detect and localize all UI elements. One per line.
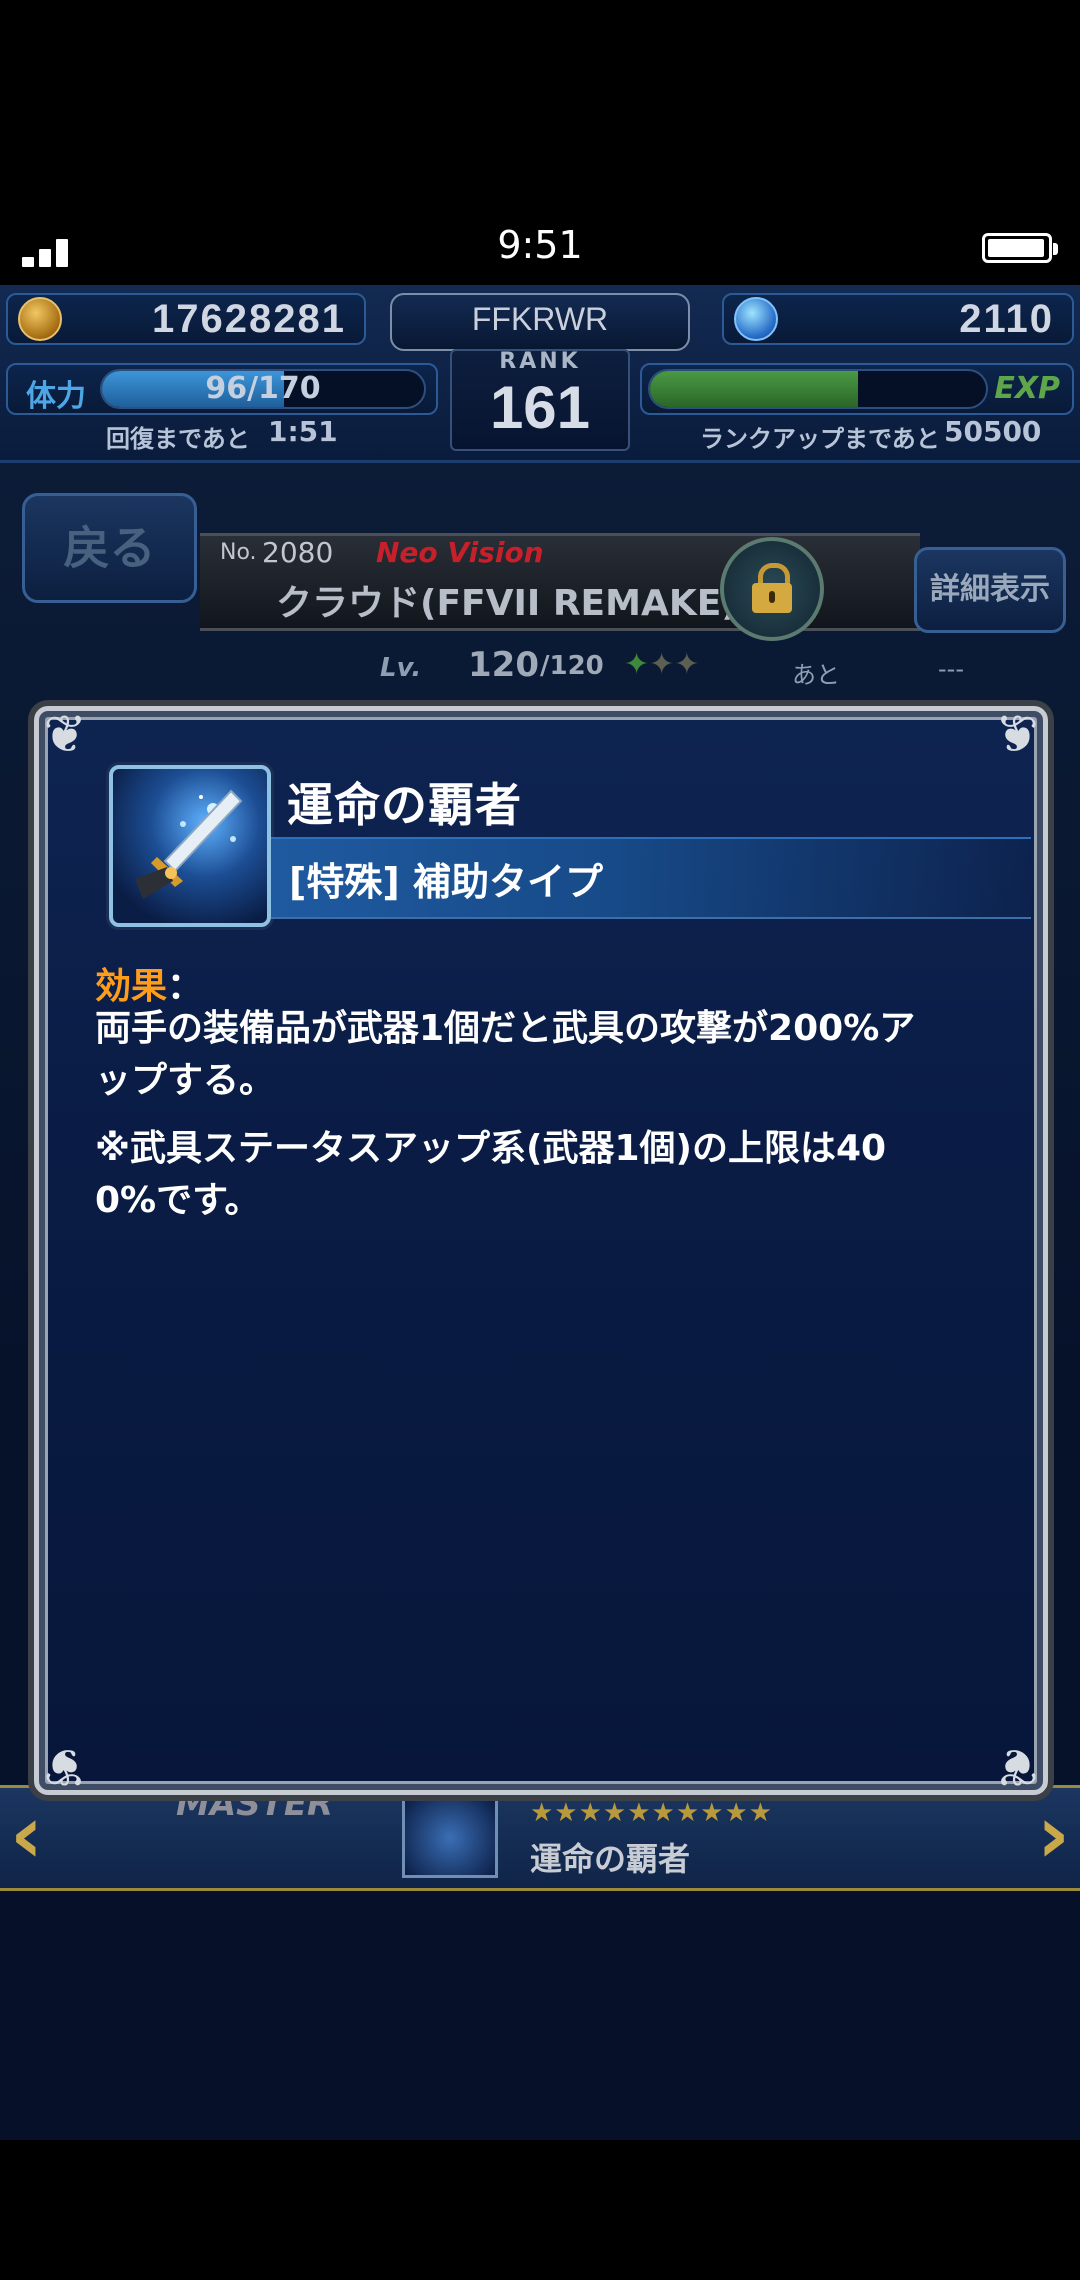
status-time: 9:51 [497, 223, 583, 267]
neo-vision-tag: Neo Vision [376, 536, 544, 569]
gil-coin-icon [18, 297, 62, 341]
corner-ornament-icon: ❦ [43, 1736, 87, 1796]
strip-skill-name: 運命の覇者 [530, 1840, 691, 1878]
gem-amount: 2110 [959, 297, 1054, 341]
character-number-prefix: No. [220, 540, 257, 565]
player-name-box: FFKRWR [390, 293, 690, 351]
gem-icon [734, 297, 778, 341]
corner-ornament-icon: ❦ [43, 705, 87, 765]
level-stars: ✦✦✦ [624, 647, 700, 682]
exp-box: EXP [640, 363, 1074, 415]
back-button[interactable]: 戻る [22, 493, 197, 603]
details-button[interactable]: 詳細表示 [914, 547, 1066, 633]
lock-icon [752, 563, 792, 615]
mini-skill-icon [402, 1798, 498, 1878]
corner-ornament-icon: ❦ [995, 705, 1039, 765]
stamina-bar: 96/170 [100, 369, 426, 409]
status-bar: 9:51 [0, 215, 1080, 285]
next-arrow-icon[interactable]: › [1037, 1788, 1070, 1881]
gil-amount: 17628281 [152, 297, 346, 341]
lock-button[interactable] [720, 537, 824, 641]
battery-icon [982, 233, 1058, 263]
effect-label: 効果 [95, 966, 168, 1007]
player-header: 17628281 2110 FFKRWR RANK 161 体力 96/170 … [0, 285, 1080, 463]
stamina-box: 体力 96/170 [6, 363, 438, 415]
skill-icon [109, 765, 271, 927]
exp-label: EXP [994, 371, 1060, 406]
player-name: FFKRWR [471, 301, 609, 337]
effect-line-2: ップする。 [95, 1060, 276, 1101]
effect-colon: ： [167, 966, 204, 1007]
exp-bar-fill [650, 371, 859, 407]
level-label: Lv. [380, 653, 422, 683]
skill-detail-modal[interactable]: ❦ ❦ ❦ ❦ 運命の覇者 [特殊] 補助タイプ 効果： 両手の装備品が武器1個… [34, 705, 1048, 1796]
skill-type: [特殊] 補助タイプ [289, 860, 603, 904]
recovery-label: 回復まであと [106, 425, 250, 453]
recovery-time: 1:51 [268, 415, 338, 448]
remaining-label: あと [792, 661, 840, 689]
skill-type-band: [特殊] 補助タイプ [271, 837, 1031, 919]
rankup-remaining: 50500 [944, 415, 1042, 448]
effect-heading: 効果： [95, 957, 203, 1009]
character-name: クラウド(FFVII REMAKE) [276, 583, 738, 624]
exp-bar [648, 369, 988, 409]
stamina-value: 96/170 [205, 371, 321, 406]
level-max: /120 [540, 651, 604, 681]
corner-ornament-icon: ❦ [995, 1736, 1039, 1796]
skill-name: 運命の覇者 [287, 778, 522, 832]
character-bar: 戻る No. 2080 Neo Vision クラウド(FFVII REMAKE… [0, 485, 1080, 689]
note-line-2: 0%です。 [95, 1180, 261, 1221]
rank-box: RANK 161 [450, 349, 630, 451]
previous-arrow-icon[interactable]: ‹ [10, 1788, 43, 1881]
effect-line-1: 両手の装備品が武器1個だと武具の攻撃が200%ア [95, 1008, 916, 1049]
rank-value: 161 [489, 374, 591, 441]
remaining-value: --- [938, 655, 964, 683]
master-skill-strip[interactable]: ‹ › MASTER ★★★★★★★★★★ 運命の覇者 [0, 1784, 1080, 1891]
level-value: 120 [468, 645, 539, 685]
rarity-stars: ★★★★★★★★★★ [530, 1798, 774, 1828]
rankup-label: ランクアップまであと [700, 425, 940, 453]
rank-label: RANK [499, 349, 581, 374]
stamina-label: 体力 [26, 379, 86, 414]
character-number: 2080 [262, 536, 334, 569]
gil-box: 17628281 [6, 293, 366, 345]
gem-box[interactable]: 2110 [722, 293, 1074, 345]
note-line-1: ※武具ステータスアップ系(武器1個)の上限は40 [95, 1128, 887, 1169]
